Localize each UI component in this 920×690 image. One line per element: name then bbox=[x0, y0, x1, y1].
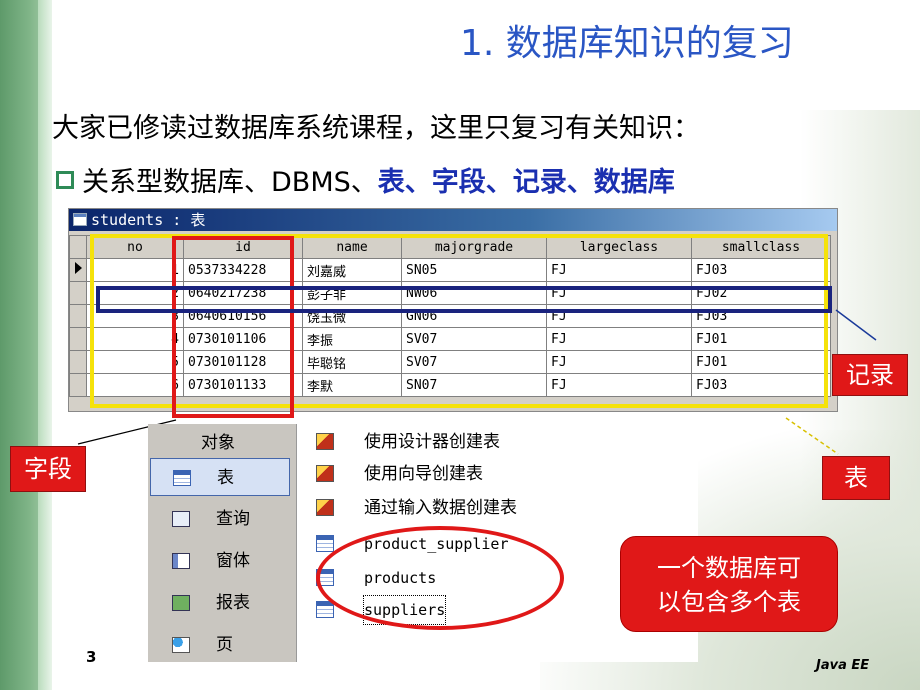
sidebar-item-label: 页 bbox=[216, 635, 233, 655]
sidebar-item-label: 窗体 bbox=[216, 551, 250, 571]
sidebar-item-reports[interactable]: 报表 bbox=[150, 584, 290, 622]
table-icon bbox=[316, 535, 334, 552]
table-label: 表 bbox=[822, 456, 890, 500]
field-label: 字段 bbox=[10, 446, 86, 492]
record-pointer-line bbox=[835, 309, 877, 341]
sidebar-item-pages[interactable]: 页 bbox=[150, 626, 290, 664]
table-icon bbox=[173, 470, 191, 486]
wizard-icon bbox=[316, 465, 334, 482]
query-icon bbox=[172, 511, 190, 527]
callout-line: 一个数据库可 bbox=[657, 554, 801, 582]
callout-bubble: 一个数据库可 以包含多个表 bbox=[620, 536, 838, 632]
callout-line: 以包含多个表 bbox=[657, 588, 801, 616]
form-icon bbox=[172, 553, 190, 569]
list-item-label: 通过输入数据创建表 bbox=[364, 498, 517, 518]
sidebar-item-label: 报表 bbox=[216, 593, 250, 613]
sidebar-item-queries[interactable]: 查询 bbox=[150, 500, 290, 538]
objects-header: 对象 bbox=[201, 433, 235, 453]
wizard-icon bbox=[316, 433, 334, 450]
page-icon bbox=[172, 637, 190, 653]
sidebar-item-forms[interactable]: 窗体 bbox=[150, 542, 290, 580]
list-item-label: 使用向导创建表 bbox=[364, 464, 483, 484]
objects-sidebar: 对象 表 查询 窗体 报表 页 bbox=[148, 424, 297, 662]
report-icon bbox=[172, 595, 190, 611]
sidebar-item-label: 表 bbox=[217, 468, 234, 488]
page-number: 3 bbox=[86, 648, 97, 666]
footer-text: Java EE bbox=[816, 658, 870, 673]
sidebar-item-tables[interactable]: 表 bbox=[150, 458, 290, 496]
table-pointer-line bbox=[785, 417, 839, 455]
sidebar-item-label: 查询 bbox=[216, 509, 250, 529]
tables-highlight-ellipse bbox=[316, 526, 564, 630]
wizard-icon bbox=[316, 499, 334, 516]
list-item-label: 使用设计器创建表 bbox=[364, 432, 500, 452]
record-label: 记录 bbox=[832, 354, 908, 396]
